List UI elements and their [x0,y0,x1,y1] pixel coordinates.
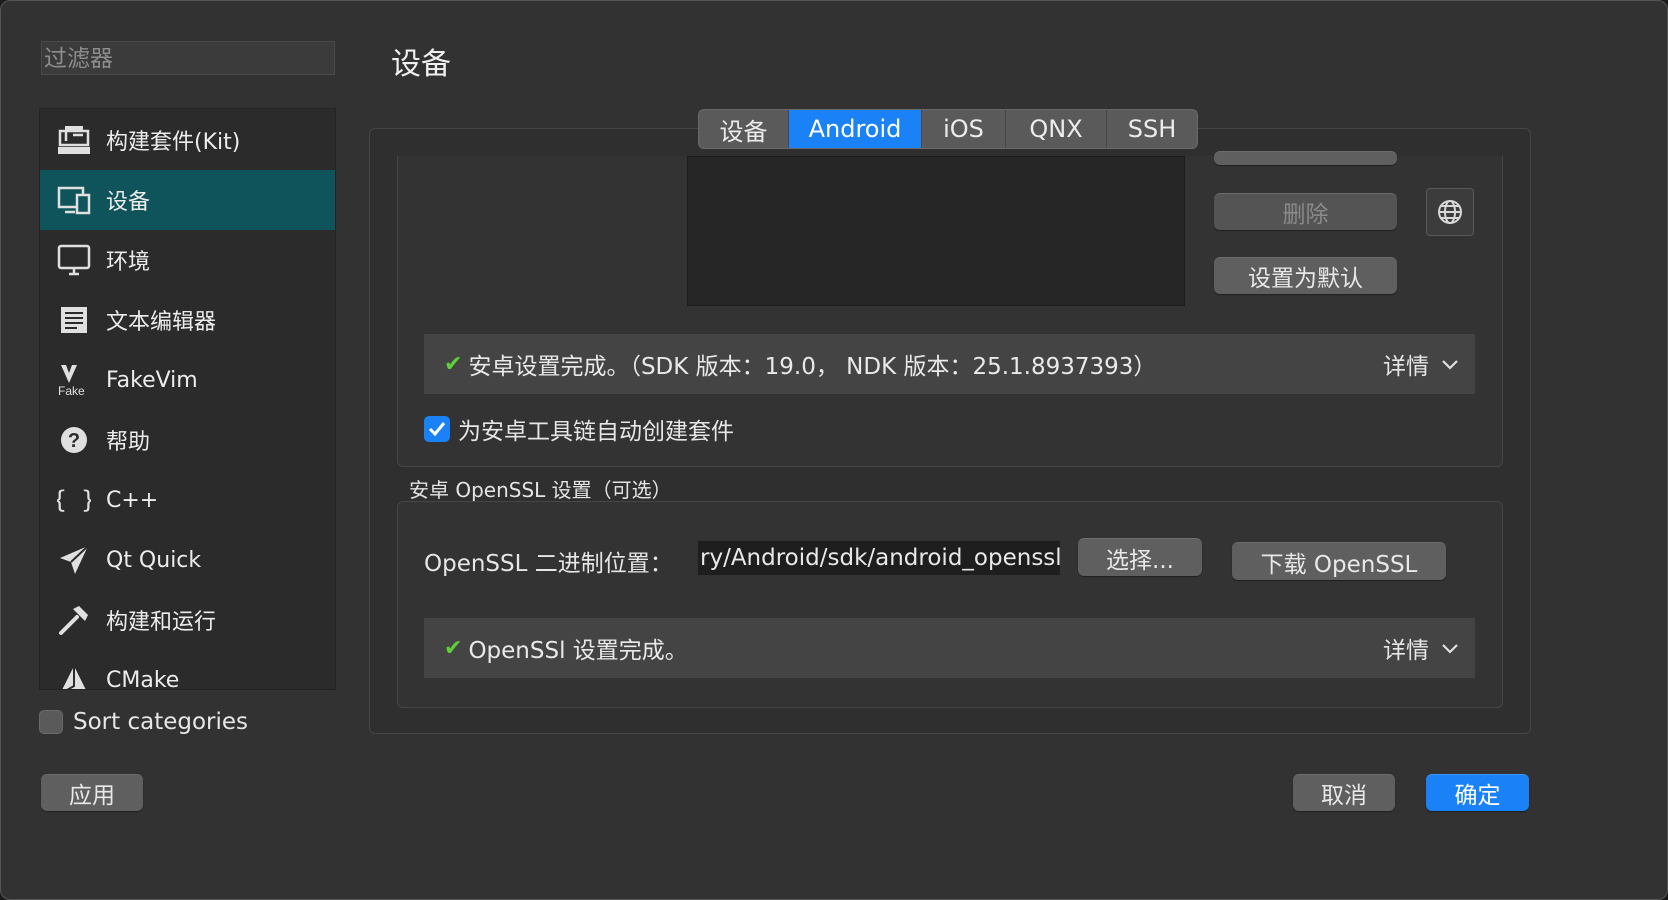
category-label: FakeVim [106,367,198,393]
ok-button[interactable]: 确定 [1426,774,1529,811]
category-cpp[interactable]: { } C++ [40,470,335,530]
chevron-down-icon [1441,635,1459,661]
android-status-message: 安卓设置完成。（SDK 版本：19.0， NDK 版本：25.1.8937393… [468,354,1157,380]
sort-categories-label: Sort categories [73,709,249,735]
auto-create-kits-checkbox[interactable]: 为安卓工具链自动创建套件 [424,412,734,446]
category-devices[interactable]: 设备 [40,170,335,230]
category-label: 构建套件(Kit) [106,130,241,155]
category-label: 设备 [106,190,151,215]
device-icon [56,182,92,218]
category-label: 环境 [106,250,151,275]
set-default-button[interactable]: 设置为默认 [1214,257,1397,294]
category-list: 构建套件(Kit) 设备 环境 文本编辑器 Fake FakeVim ? 帮助 … [39,108,336,690]
cancel-button[interactable]: 取消 [1293,774,1395,811]
category-environment[interactable]: 环境 [40,230,335,290]
category-cmake[interactable]: CMake [40,650,335,690]
filter-input[interactable]: 过滤器 [41,41,335,75]
details-label: 详情 [1383,354,1429,380]
auto-create-kits-label: 为安卓工具链自动创建套件 [458,419,734,445]
svg-text:Fake: Fake [58,384,85,397]
add-button[interactable] [1214,151,1397,165]
openssl-path-label: OpenSSL 二进制位置： [424,551,673,577]
preferences-window: 过滤器 构建套件(Kit) 设备 环境 文本编辑器 Fake FakeVim ?… [0,0,1668,900]
category-label: CMake [106,667,180,690]
checkbox-checked[interactable] [424,416,450,442]
tab-devices[interactable]: 设备 [699,110,789,148]
chevron-down-icon [1441,351,1459,377]
category-label: 文本编辑器 [106,310,217,335]
category-qtquick[interactable]: Qt Quick [40,530,335,590]
apply-button[interactable]: 应用 [41,774,143,811]
kit-icon [56,122,92,158]
openssl-group-title: 安卓 OpenSSL 设置（可选） [409,478,672,502]
qtquick-icon [56,542,92,578]
openssl-status-message: OpenSSl 设置完成。 [468,638,688,664]
sort-categories-checkbox[interactable]: Sort categories [39,709,248,735]
tab-android[interactable]: Android [789,110,922,148]
check-icon: ✔ [444,635,463,661]
details-label: 详情 [1383,638,1429,664]
category-label: C++ [106,487,159,513]
cmake-icon [56,662,92,689]
openssl-path-input[interactable]: ry/Android/sdk/android_openssl [698,541,1060,575]
download-openssl-button[interactable]: 下载 OpenSSL [1232,542,1446,580]
tab-ios[interactable]: iOS [922,110,1006,148]
help-icon: ? [56,422,92,458]
category-label: 帮助 [106,430,151,455]
tab-ssh[interactable]: SSH [1107,110,1197,148]
category-kits[interactable]: 构建套件(Kit) [40,110,335,170]
svg-text:{ }: { } [57,486,91,514]
hammer-icon [56,602,92,638]
category-help[interactable]: ? 帮助 [40,410,335,470]
checkbox-box[interactable] [39,710,63,734]
category-label: 构建和运行 [106,610,217,635]
remove-button[interactable]: 删除 [1214,193,1397,230]
android-details-toggle[interactable]: 详情 [1383,347,1459,381]
openssl-status-bar: ✔ OpenSSl 设置完成。 详情 [424,618,1475,678]
tab-qnx[interactable]: QNX [1006,110,1107,148]
text-editor-icon [56,302,92,338]
fakevim-icon: Fake [56,362,92,398]
braces-icon: { } [56,482,92,518]
category-text-editor[interactable]: 文本编辑器 [40,290,335,350]
sdk-list[interactable] [687,156,1185,306]
page-title: 设备 [391,47,451,82]
choose-button[interactable]: 选择... [1078,538,1202,576]
category-build-run[interactable]: 构建和运行 [40,590,335,650]
category-label: Qt Quick [106,547,202,573]
svg-text:?: ? [68,430,80,452]
android-status-bar: ✔ 安卓设置完成。（SDK 版本：19.0， NDK 版本：25.1.89373… [424,334,1475,394]
category-fakevim[interactable]: Fake FakeVim [40,350,335,410]
openssl-details-toggle[interactable]: 详情 [1383,631,1459,665]
monitor-icon [56,242,92,278]
globe-icon[interactable] [1426,188,1474,236]
device-tabbar: 设备 Android iOS QNX SSH [698,109,1198,149]
check-icon: ✔ [444,351,463,377]
